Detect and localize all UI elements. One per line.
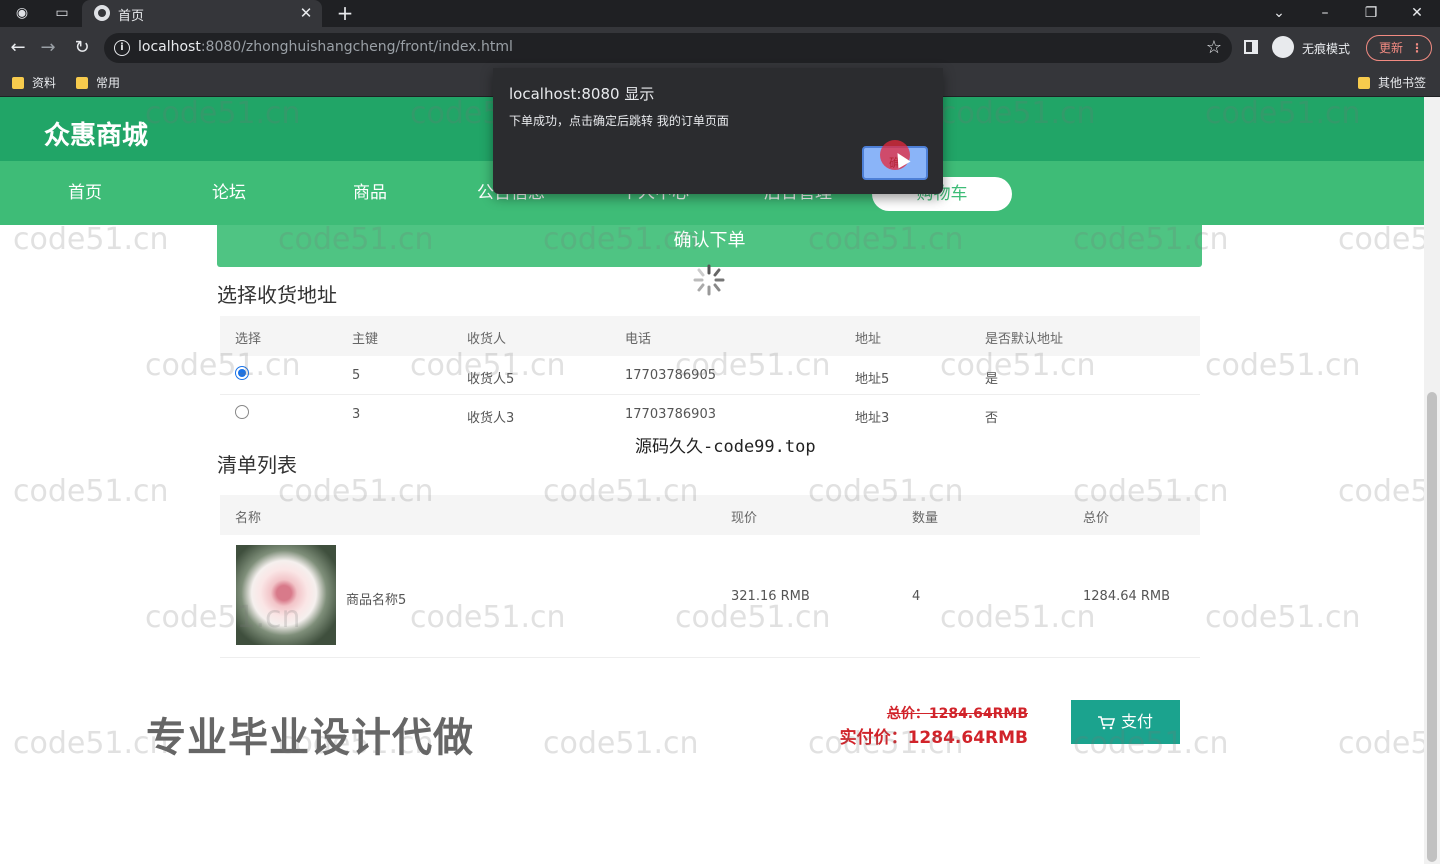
- incognito-label: 无痕模式: [1302, 42, 1351, 56]
- address-phone: 17703786905: [625, 368, 716, 383]
- forward-button[interactable]: →: [36, 37, 60, 59]
- back-button[interactable]: ←: [6, 37, 30, 59]
- folder-icon: [12, 77, 24, 89]
- reload-button[interactable]: ↻: [70, 37, 94, 59]
- confirm-order-bar[interactable]: 确认下单: [217, 225, 1202, 267]
- col-default: 是否默认地址: [985, 332, 1064, 347]
- address-phone: 17703786903: [625, 407, 716, 422]
- close-tab-icon[interactable]: ✕: [298, 4, 314, 22]
- col-select: 选择: [235, 332, 262, 347]
- folder-icon: [1358, 77, 1370, 89]
- order-list-table: 名称 现价 数量 总价 商品名称5 321.16 RMB 4 1284.64 R…: [220, 495, 1200, 660]
- url-text: localhost:8080/zhonghuishangcheng/front/…: [138, 39, 513, 55]
- product-image[interactable]: [236, 545, 336, 645]
- bookmark-star-icon[interactable]: ☆: [1206, 37, 1222, 58]
- maximize-button[interactable]: ❐: [1356, 2, 1386, 24]
- cart-icon: [1098, 715, 1115, 729]
- nav-products[interactable]: 商品: [320, 161, 420, 225]
- browser-tabstrip: ◉ ▭ 首页 ✕ + ⌄ – ❐ ✕: [0, 0, 1440, 27]
- promo-watermark: 专业毕业设计代做: [146, 715, 474, 761]
- alert-message: 下单成功，点击确定后跳转 我的订单页面: [509, 114, 729, 128]
- side-panel-icon[interactable]: [1244, 40, 1258, 54]
- address-radio[interactable]: [235, 366, 249, 380]
- screen: ◉ ▭ 首页 ✕ + ⌄ – ❐ ✕ ← → ↻ i localhost:808…: [0, 0, 1440, 864]
- scrollbar-thumb[interactable]: [1427, 392, 1437, 862]
- menu-dots-icon: ⋮: [1411, 41, 1423, 55]
- address-text: 地址5: [855, 372, 890, 387]
- product-total: 1284.64 RMB: [1083, 589, 1171, 604]
- address-recipient: 收货人5: [467, 372, 515, 387]
- address-recipient: 收货人3: [467, 411, 515, 426]
- close-window-button[interactable]: ✕: [1402, 2, 1432, 24]
- nav-forum[interactable]: 论坛: [179, 161, 279, 225]
- bookmark-folder-changyong[interactable]: 常用: [76, 74, 120, 92]
- address-bar[interactable]: i localhost:8080/zhonghuishangcheng/fron…: [104, 33, 1232, 63]
- tab-title: 首页: [118, 9, 145, 24]
- table-row[interactable]: 5 收货人5 17703786905 地址5 是: [220, 356, 1200, 394]
- col-id: 主键: [352, 332, 379, 347]
- table-row[interactable]: 商品名称5 321.16 RMB 4 1284.64 RMB: [220, 537, 1200, 655]
- source-watermark: 源码久久-code99.top: [635, 437, 816, 457]
- browser-tab-home[interactable]: 首页 ✕: [82, 0, 322, 27]
- address-table: 选择 主键 收货人 电话 地址 是否默认地址 5 收货人5 1770378690…: [220, 316, 1200, 436]
- browser-toolbar: ← → ↻ i localhost:8080/zhonghuishangchen…: [0, 27, 1440, 69]
- alert-title: localhost:8080 显示: [509, 85, 655, 103]
- product-name[interactable]: 商品名称5: [346, 589, 406, 608]
- nav-home[interactable]: 首页: [35, 161, 135, 225]
- other-bookmarks[interactable]: 其他书签: [1358, 74, 1426, 92]
- address-id: 3: [352, 407, 361, 422]
- address-table-header: 选择 主键 收货人 电话 地址 是否默认地址: [220, 316, 1200, 356]
- col-recipient: 收货人: [467, 332, 507, 347]
- actual-pay-price: 实付价：1284.64RMB: [839, 728, 1028, 748]
- divider: [220, 657, 1200, 658]
- col-name: 名称: [235, 511, 262, 526]
- table-row[interactable]: 3 收货人3 17703786903 地址3 否: [220, 395, 1200, 433]
- col-phone: 电话: [625, 332, 652, 347]
- product-quantity: 4: [912, 589, 921, 604]
- folder-icon: [76, 77, 88, 89]
- col-total: 总价: [1083, 511, 1110, 526]
- address-default: 是: [985, 372, 999, 387]
- address-id: 5: [352, 368, 361, 383]
- web-page: 众惠商城 首页 论坛 商品 公告信息 个人中心 后台管理 购物车 确认下单: [0, 97, 1424, 864]
- minimize-button[interactable]: –: [1310, 2, 1340, 24]
- address-section-title: 选择收货地址: [217, 283, 337, 307]
- update-button[interactable]: 更新 ⋮: [1366, 35, 1432, 61]
- address-radio[interactable]: [235, 405, 249, 419]
- loading-spinner-icon: [693, 264, 725, 296]
- list-section-title: 清单列表: [217, 453, 297, 477]
- site-brand[interactable]: 众惠商城: [44, 115, 148, 152]
- address-default: 否: [985, 411, 999, 426]
- col-price: 现价: [731, 511, 758, 526]
- globe-icon: [94, 5, 110, 21]
- pay-button[interactable]: 支付: [1071, 700, 1180, 744]
- total-price: 总价：1284.64RMB: [886, 706, 1028, 722]
- tab-overview-icon[interactable]: ▭: [52, 4, 72, 22]
- col-quantity: 数量: [912, 511, 939, 526]
- incognito-icon: [1272, 36, 1294, 58]
- order-list-header: 名称 现价 数量 总价: [220, 495, 1200, 535]
- browser-globe-icon[interactable]: ◉: [12, 4, 32, 22]
- bookmark-folder-ziliao[interactable]: 资料: [12, 74, 56, 92]
- product-price: 321.16 RMB: [731, 589, 810, 604]
- incognito-profile[interactable]: 无痕模式: [1272, 36, 1362, 60]
- info-icon[interactable]: i: [114, 40, 130, 56]
- chevron-down-icon[interactable]: ⌄: [1264, 2, 1294, 24]
- col-address: 地址: [855, 332, 882, 347]
- alert-dialog: localhost:8080 显示 下单成功，点击确定后跳转 我的订单页面 确: [493, 68, 943, 194]
- new-tab-button[interactable]: +: [334, 2, 356, 24]
- address-text: 地址3: [855, 411, 890, 426]
- page-scrollbar[interactable]: [1424, 97, 1440, 864]
- pay-button-label: 支付: [1121, 712, 1154, 731]
